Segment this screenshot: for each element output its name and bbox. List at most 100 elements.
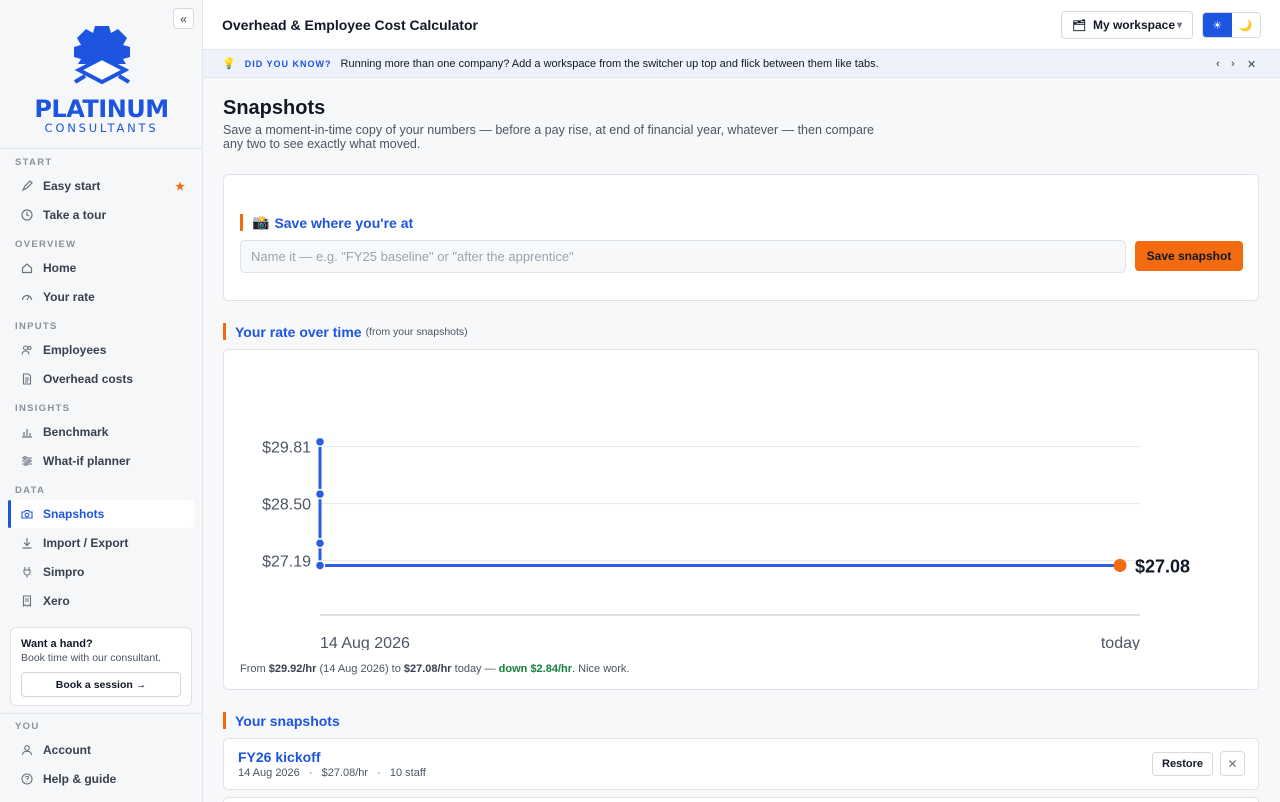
sidebar-item-label: Help & guide: [43, 772, 117, 786]
meta-separator: ·: [377, 767, 381, 779]
logo-name: PLATINUM: [34, 95, 169, 123]
save-snapshot-button[interactable]: Save snapshot: [1135, 241, 1243, 271]
sidebar-item-label: Overhead costs: [43, 372, 134, 386]
home-icon: [20, 261, 34, 275]
tip-next-button[interactable]: ›: [1231, 58, 1235, 70]
sidebar-item-label: Employees: [43, 343, 107, 357]
sidebar-divider: [0, 148, 203, 149]
gauge-icon: [20, 290, 34, 304]
current-rate-label: $27.08: [1135, 556, 1190, 576]
summary-change: down $2.84/hr: [498, 663, 573, 675]
sidebar: « PLATINUM CONSULTANTS START Easy start …: [0, 0, 203, 802]
summary-from-value: $29.92/hr: [268, 663, 317, 675]
sidebar-item-home[interactable]: Home: [8, 254, 194, 282]
current-rate-point: [1113, 558, 1127, 572]
snapshot-date: 14 Aug 2026: [238, 767, 300, 779]
help-card-title: Want a hand?: [21, 638, 93, 650]
snapshot-name-input[interactable]: [240, 240, 1126, 273]
tip-prev-button[interactable]: ‹: [1216, 58, 1220, 70]
sidebar-item-label: Your rate: [43, 290, 95, 304]
y-tick-label: $28.50: [262, 497, 311, 514]
data-point: [314, 560, 326, 571]
section-label-overview: OVERVIEW: [15, 239, 77, 250]
rate-section-heading: Your rate over time (from your snapshots…: [223, 323, 468, 340]
save-section-heading: 📸 Save where you're at: [240, 214, 413, 231]
x-tick-label: 14 Aug 2026: [320, 635, 410, 650]
sidebar-item-import-export[interactable]: Import / Export: [8, 529, 194, 557]
section-label-inputs: INPUTS: [15, 321, 58, 332]
sidebar-item-overhead-costs[interactable]: Overhead costs: [8, 365, 194, 393]
snapshot-name[interactable]: FY26 kickoff: [238, 749, 320, 765]
brand-logo: PLATINUM CONSULTANTS: [0, 24, 203, 135]
camera-icon: [20, 507, 34, 521]
sidebar-item-employees[interactable]: Employees: [8, 336, 194, 364]
help-card: Want a hand? Book time with our consulta…: [10, 627, 192, 706]
book-session-button[interactable]: Book a session →: [21, 672, 181, 697]
users-icon: [20, 343, 34, 357]
rocket-icon: [20, 179, 34, 193]
data-point: [314, 436, 326, 448]
moon-icon[interactable]: 🌙: [1231, 13, 1260, 37]
help-circle-icon: [20, 772, 34, 786]
sidebar-divider: [0, 713, 203, 714]
camera-flash-icon: 📸: [252, 214, 270, 230]
section-label-start: START: [15, 157, 53, 168]
sidebar-item-account[interactable]: Account: [8, 736, 194, 764]
summary-from-date: (14 Aug 2026) to: [316, 663, 404, 675]
snapshots-section-title: Your snapshots: [235, 712, 340, 729]
sidebar-item-label: Account: [43, 743, 91, 757]
chevron-down-icon: ▾: [1176, 19, 1182, 31]
sidebar-item-label: Take a tour: [43, 208, 107, 222]
logo-gear-icon: [73, 26, 130, 85]
sun-icon[interactable]: ☀: [1203, 13, 1232, 37]
sidebar-item-label: Import / Export: [43, 536, 129, 550]
sidebar-item-take-a-tour[interactable]: Take a tour: [8, 201, 194, 229]
summary-tail: . Nice work.: [572, 663, 630, 675]
sidebar-item-label: Simpro: [43, 565, 85, 579]
restore-button[interactable]: Restore: [1152, 752, 1213, 776]
workspace-name: My workspace: [1092, 18, 1176, 32]
sidebar-item-xero[interactable]: Xero: [8, 587, 194, 615]
theme-toggle: ☀ 🌙: [1202, 12, 1261, 38]
page-title: Snapshots: [223, 97, 326, 119]
save-snapshot-card: 📸 Save where you're at Save snapshot: [223, 174, 1259, 301]
workspace-switcher[interactable]: 🗂 My workspace ▾: [1061, 11, 1193, 39]
summary-from-label: From: [240, 663, 269, 675]
user-icon: [20, 743, 34, 757]
rate-chart: $29.81 $28.50 $27.19 14 Aug 2026 today $27.08: [262, 436, 1190, 650]
app-title: Overhead & Employee Cost Calculator: [222, 17, 478, 33]
snapshot-meta: 14 Aug 2026 · $27.08/hr · 10 staff: [238, 767, 426, 779]
snapshot-staff: 10 staff: [389, 767, 426, 779]
section-label-data: DATA: [15, 485, 46, 496]
delete-snapshot-icon[interactable]: ✕: [1220, 751, 1245, 776]
tip-text: Running more than one company? Add a wor…: [340, 57, 879, 70]
lightbulb-icon: 💡: [222, 58, 236, 70]
tip-banner: 💡 DID YOU KNOW? Running more than one co…: [203, 50, 1280, 78]
section-label-you: YOU: [15, 721, 40, 732]
save-section-title: Save where you're at: [274, 214, 414, 231]
sliders-icon: [20, 454, 34, 468]
sidebar-item-easy-start[interactable]: Easy start ★: [8, 172, 194, 200]
tip-label: DID YOU KNOW?: [244, 58, 332, 69]
top-bar: Overhead & Employee Cost Calculator 🗂 My…: [203, 0, 1280, 50]
x-tick-label: today: [1101, 635, 1140, 650]
sidebar-item-your-rate[interactable]: Your rate: [8, 283, 194, 311]
snapshot-row-next: [223, 797, 1259, 802]
help-card-subtitle: Book time with our consultant.: [21, 652, 162, 664]
sidebar-item-label: Snapshots: [43, 507, 105, 521]
snapshot-rate: $27.08/hr: [321, 767, 369, 779]
sidebar-item-snapshots[interactable]: Snapshots: [8, 500, 194, 528]
sidebar-item-benchmark[interactable]: Benchmark: [8, 418, 194, 446]
sidebar-item-simpro[interactable]: Simpro: [8, 558, 194, 586]
tip-close-button[interactable]: ✕: [1247, 58, 1256, 71]
folder-icon: 🗂: [1072, 19, 1086, 32]
summary-to-label: today —: [451, 663, 499, 675]
sidebar-item-label: What-if planner: [43, 454, 131, 468]
sidebar-item-help-guide[interactable]: Help & guide: [8, 765, 194, 793]
bar-chart-icon: [20, 425, 34, 439]
sidebar-item-what-if-planner[interactable]: What-if planner: [8, 447, 194, 475]
snapshots-section-heading: Your snapshots: [223, 712, 340, 729]
star-icon: ★: [175, 180, 185, 193]
y-tick-label: $29.81: [262, 440, 311, 457]
rate-section-note: (from your snapshots): [365, 325, 468, 338]
